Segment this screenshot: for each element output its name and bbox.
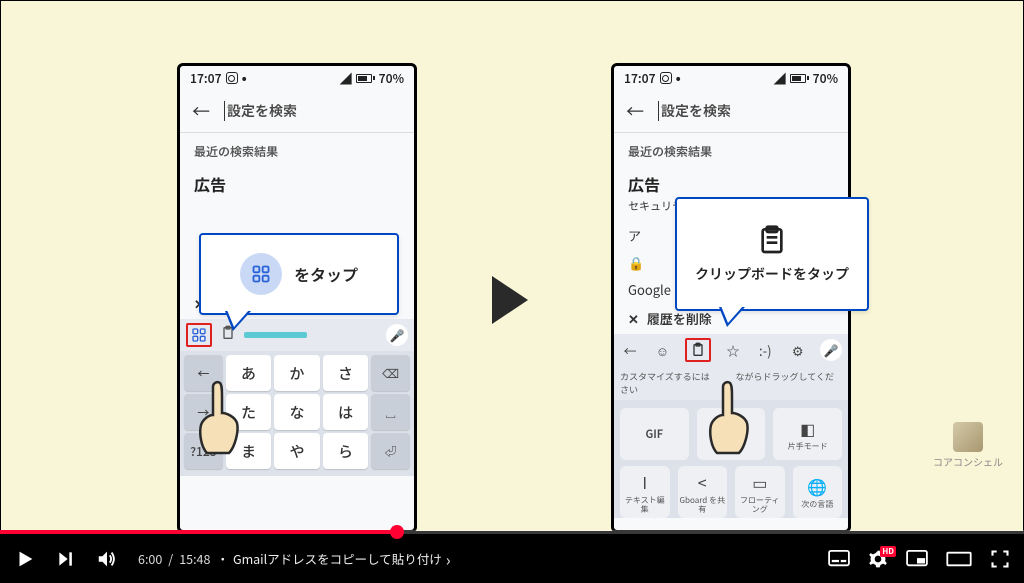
tool-lang[interactable]: 🌐次の言語: [793, 466, 843, 518]
kana-key[interactable]: は: [323, 394, 369, 430]
hd-badge: HD: [880, 546, 896, 557]
suggestion-text-bar: [244, 332, 307, 338]
tool-gif[interactable]: GIF: [620, 408, 689, 460]
tool-share[interactable]: <Gboard を共有: [678, 466, 728, 518]
signal-icon: ◢: [774, 70, 786, 87]
next-button[interactable]: [56, 549, 76, 569]
kana-key[interactable]: か: [274, 355, 320, 391]
sticker-icon[interactable]: ☺: [652, 341, 672, 360]
channel-watermark[interactable]: コアコンシェル: [933, 422, 1003, 469]
battery-pct: 70%: [813, 70, 838, 87]
keyboard-suggestion-bar: 🎤: [180, 319, 414, 351]
status-dots-icon: •: [242, 68, 247, 88]
battery-pct: 70%: [379, 70, 404, 87]
kana-key[interactable]: ␣: [371, 394, 410, 430]
back-icon[interactable]: ←: [620, 341, 640, 360]
captions-button[interactable]: [828, 550, 850, 568]
kana-key[interactable]: ⌫: [371, 355, 410, 391]
emoticon-icon[interactable]: :-): [755, 341, 775, 360]
video-content-area: 17:07 • ◢ 70% ← 設定を検索 最近の検索結果 広告 ✕ 履歴を削除: [1, 1, 1023, 531]
chapter-title-link[interactable]: ・ Gmailアドレスをコピーして貼り付け ›: [216, 547, 450, 571]
status-dots-icon: •: [676, 68, 681, 88]
grid-icon-highlighted[interactable]: [186, 323, 212, 347]
kana-key[interactable]: ⏎: [371, 433, 410, 469]
settings-button[interactable]: HD: [868, 549, 888, 569]
callout-tap-clipboard: クリップボードをタップ: [675, 197, 869, 311]
battery-icon: [356, 74, 375, 83]
play-button[interactable]: [14, 548, 36, 570]
ad-label[interactable]: 広告: [180, 166, 414, 198]
callout-text: クリップボードをタップ: [695, 264, 849, 284]
search-row: ← 設定を検索: [180, 90, 414, 132]
video-controls-bar: 6:00 / 15:48 ・ Gmailアドレスをコピーして貼り付け › HD: [0, 534, 1024, 583]
status-time: 17:07: [624, 70, 656, 87]
volume-button[interactable]: [96, 548, 118, 570]
star-icon[interactable]: ☆: [723, 341, 743, 360]
mic-icon[interactable]: 🎤: [386, 324, 408, 346]
recent-label: 最近の検索結果: [614, 133, 848, 166]
clipboard-icon-highlighted[interactable]: [685, 338, 711, 362]
clipboard-icon: [756, 224, 788, 256]
search-input[interactable]: 設定を検索: [224, 101, 297, 121]
settings-icon[interactable]: ⚙: [788, 341, 808, 360]
tool-textedit[interactable]: Iテキスト編集: [620, 466, 670, 518]
grid-icon-circle: [240, 253, 282, 295]
kana-key[interactable]: や: [274, 433, 320, 469]
lock-icon: 🔒: [628, 253, 644, 272]
keyboard-toolbar: ← ☺ ☆ :-) ⚙ 🎤: [614, 334, 848, 366]
arrow-right-icon: [492, 276, 528, 324]
tool-floating[interactable]: ▭フローティング: [735, 466, 785, 518]
instagram-icon: [226, 72, 238, 84]
pointing-hand-icon: [703, 379, 755, 457]
search-input[interactable]: 設定を検索: [658, 101, 731, 121]
tool-onehand[interactable]: ◧片手モード: [773, 408, 842, 460]
kana-key[interactable]: な: [274, 394, 320, 430]
close-icon: ✕: [628, 309, 639, 328]
kana-key[interactable]: ら: [323, 433, 369, 469]
fullscreen-button[interactable]: [990, 549, 1010, 569]
recent-label: 最近の検索結果: [180, 133, 414, 166]
status-bar: 17:07 • ◢ 70%: [180, 66, 414, 90]
back-arrow-icon[interactable]: ←: [626, 98, 644, 124]
signal-icon: ◢: [340, 70, 352, 87]
callout-tap-grid: をタップ: [199, 233, 399, 315]
miniplayer-button[interactable]: [906, 550, 928, 568]
callout-text: をタップ: [294, 262, 358, 286]
time-display: 6:00 / 15:48 ・ Gmailアドレスをコピーして貼り付け ›: [138, 547, 451, 571]
theater-button[interactable]: [946, 550, 972, 568]
search-row: ← 設定を検索: [614, 90, 848, 132]
pointing-hand-icon: [193, 379, 245, 457]
kana-key[interactable]: さ: [323, 355, 369, 391]
instagram-icon: [660, 72, 672, 84]
mic-icon[interactable]: 🎤: [820, 339, 842, 361]
status-time: 17:07: [190, 70, 222, 87]
back-arrow-icon[interactable]: ←: [192, 98, 210, 124]
status-bar: 17:07 • ◢ 70%: [614, 66, 848, 90]
ad-label[interactable]: 広告: [614, 166, 848, 198]
battery-icon: [790, 74, 809, 83]
